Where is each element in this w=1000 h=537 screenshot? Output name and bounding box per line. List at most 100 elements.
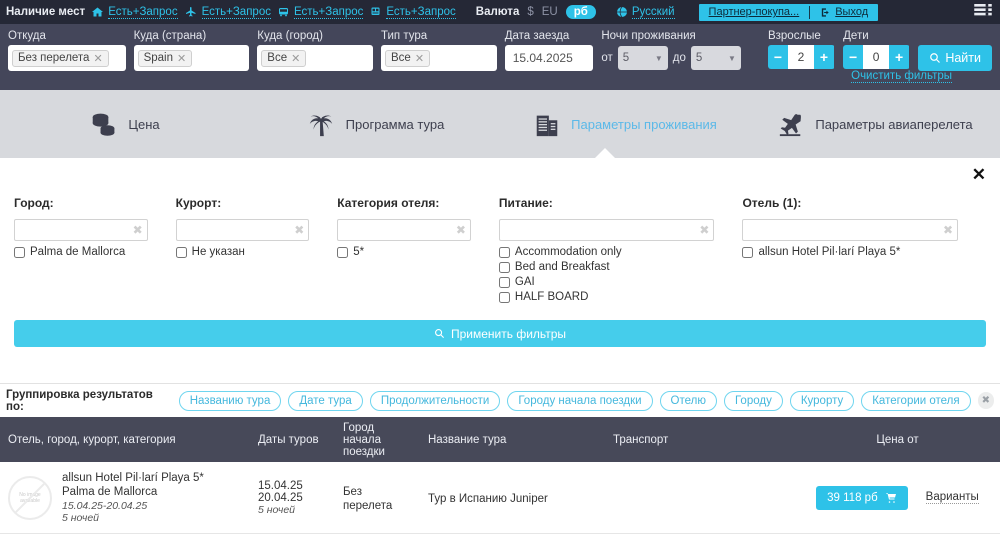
city-input[interactable]: Все ✕ [257,45,373,71]
date-to: 20.04.25 [258,491,303,504]
checkbox-meal-0[interactable] [498,247,510,258]
filter-option[interactable]: HALF BOARD [498,291,715,303]
tab-tour-program[interactable]: Программа тура [250,90,500,158]
tab-price[interactable]: Цена [0,90,250,158]
clear-icon[interactable]: ✖ [456,223,466,237]
price-value: 39 118 рб [827,491,878,504]
filter-search-resort[interactable]: ✖ [175,219,310,241]
country-input[interactable]: Spain ✕ [133,45,250,71]
nights-to-select[interactable]: 5 ▼ [690,46,741,70]
filter-option[interactable]: Bed and Breakfast [498,261,715,273]
filter-search-meal[interactable]: ✖ [498,219,715,241]
filter-option[interactable]: allsun Hotel Pil·larí Playa 5* [742,246,958,258]
filter-column-city: Город: ✖ Palma de Mallorca [14,196,148,306]
plane-icon [777,111,805,137]
search-icon [929,52,941,64]
table-row[interactable]: No image available allsun Hotel Pil·larí… [0,462,1000,534]
column-header-hotel: Отель, город, курорт, категория [8,433,176,446]
close-icon[interactable]: ✕ [972,166,986,183]
column-header-tour-name: Название тура [428,433,507,446]
group-pill-hotel-category[interactable]: Категории отеля [861,390,971,411]
adults-decrement-button[interactable]: − [767,45,788,69]
adults-increment-button[interactable]: + [813,45,834,69]
no-image-label: No image available [19,491,41,504]
filter-option-label: Accommodation only [514,246,622,258]
group-pill-hotel[interactable]: Отелю [659,390,717,411]
building-icon [533,110,561,138]
group-pill-tour-date[interactable]: Дате тура [288,390,363,411]
apply-filters-button[interactable]: Применить фильтры [14,320,986,347]
partner-link[interactable]: Партнер-покупа... [699,4,810,21]
remove-token-icon[interactable]: ✕ [415,52,424,65]
children-stepper[interactable]: − 0 + [843,45,910,69]
field-nights: Ночи проживания от 5 ▼ до 5 ▼ [601,30,760,71]
remove-token-icon[interactable]: ✕ [291,52,300,65]
filter-option[interactable]: Accommodation only [498,246,715,258]
filter-search-hotel[interactable]: ✖ [742,219,959,241]
group-pill-start-city[interactable]: Городу начала поездки [507,390,653,411]
availability-item-train[interactable]: Есть+Запрос [369,6,456,19]
filter-title-resort: Курорт: [175,196,222,210]
tab-price-label: Цена [128,116,160,132]
filter-title-meal: Питание: [498,196,553,210]
nights-from-select[interactable]: 5 ▼ [617,46,668,70]
tab-flight-label: Параметры авиаперелета [815,116,973,132]
filter-search-city[interactable]: ✖ [14,219,148,241]
availability-item-plane[interactable]: Есть+Запрос [184,6,271,19]
menu-icon[interactable] [974,3,992,21]
children-value[interactable]: 0 [863,45,890,69]
remove-token-icon[interactable]: ✕ [177,52,186,65]
currency-rub[interactable]: рб [565,5,596,19]
currency-usd[interactable]: $ [527,6,533,18]
variants-link[interactable]: Варианты [925,491,979,504]
group-pill-tour-name[interactable]: Названию тура [178,390,282,411]
checkbox-category-0[interactable] [337,247,349,258]
children-increment-button[interactable]: + [889,45,910,69]
checkbox-city-0[interactable] [14,247,25,258]
departure-input[interactable]: Без перелета ✕ [8,45,126,71]
group-pill-resort[interactable]: Курорту [789,390,855,411]
logout-button[interactable]: Выход [810,4,878,21]
filter-option[interactable]: GAI [498,276,715,288]
tab-flight-parameters[interactable]: Параметры авиаперелета [750,90,1000,158]
checkbox-meal-1[interactable] [498,262,510,273]
filter-option[interactable]: Не указан [175,246,310,258]
children-decrement-button[interactable]: − [843,45,864,69]
clear-icon[interactable]: ✖ [699,223,709,237]
filter-option-label: 5* [353,246,365,258]
filter-option-label: Palma de Mallorca [30,246,126,258]
clear-icon[interactable]: ✖ [294,223,304,237]
adults-value[interactable]: 2 [787,45,814,69]
filter-search-hotel-category[interactable]: ✖ [337,219,471,241]
language-selector[interactable]: Русский [616,6,675,19]
group-pill-city[interactable]: Городу [723,390,783,411]
filter-option[interactable]: Palma de Mallorca [14,246,148,258]
availability-item-home[interactable]: Есть+Запрос [91,6,178,19]
price-button[interactable]: 39 118 рб [816,485,908,510]
token-country[interactable]: Spain ✕ [137,49,193,67]
clear-filters-link[interactable]: Очистить фильтры [851,70,952,83]
checkbox-hotel-0[interactable] [742,247,754,258]
tab-accommodation-parameters[interactable]: Параметры проживания [500,90,750,158]
clear-icon[interactable]: ✖ [133,223,143,237]
currency-eur[interactable]: EU [542,6,558,18]
search-button[interactable]: Найти [918,45,992,71]
remove-token-icon[interactable]: ✕ [93,52,102,65]
group-pill-duration[interactable]: Продолжительности [369,390,501,411]
grouping-close-icon[interactable]: ✖ [977,392,994,409]
adults-stepper[interactable]: − 2 + [767,45,835,69]
logout-icon [820,7,831,18]
checkbox-meal-3[interactable] [498,292,510,303]
availability-item-bus[interactable]: Есть+Запрос [277,6,364,19]
tour-name-cell: Тур в Испанию Juniper [428,492,548,505]
checkbox-resort-0[interactable] [175,247,187,258]
checkbox-meal-2[interactable] [498,277,510,288]
filter-option[interactable]: 5* [337,246,471,258]
token-city[interactable]: Все ✕ [261,49,307,67]
token-departure[interactable]: Без перелета ✕ [12,49,109,67]
language-label[interactable]: Русский [631,6,675,19]
token-tour-type[interactable]: Все ✕ [384,49,431,67]
tour-type-input[interactable]: Все ✕ [380,45,497,71]
checkin-date-input[interactable]: 15.04.2025 [504,45,594,71]
clear-icon[interactable]: ✖ [943,223,953,237]
